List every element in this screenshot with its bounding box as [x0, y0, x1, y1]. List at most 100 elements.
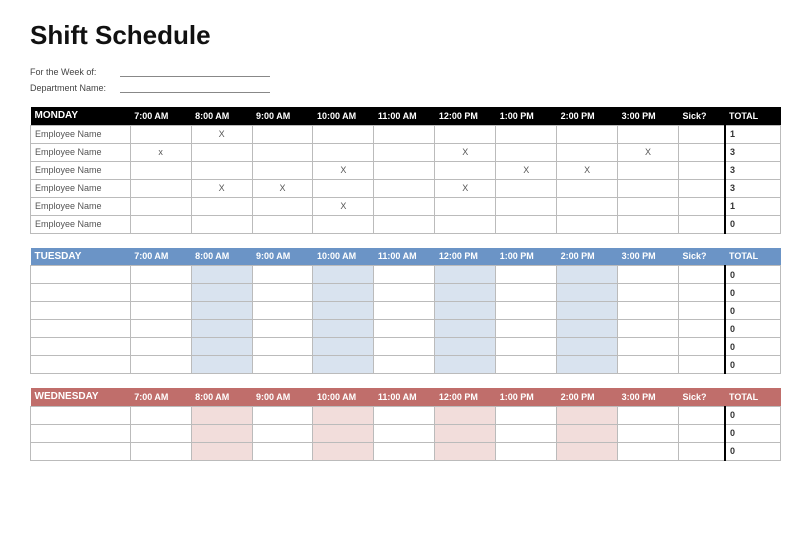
- shift-cell[interactable]: [252, 266, 313, 284]
- shift-cell[interactable]: [374, 179, 435, 197]
- employee-name-cell[interactable]: [31, 266, 131, 284]
- shift-cell[interactable]: [191, 442, 252, 460]
- shift-cell[interactable]: X: [191, 179, 252, 197]
- shift-cell[interactable]: [252, 284, 313, 302]
- sick-cell[interactable]: [679, 356, 726, 374]
- shift-cell[interactable]: [618, 161, 679, 179]
- shift-cell[interactable]: [435, 320, 496, 338]
- employee-name-cell[interactable]: [31, 356, 131, 374]
- shift-cell[interactable]: [435, 406, 496, 424]
- shift-cell[interactable]: [435, 424, 496, 442]
- shift-cell[interactable]: [191, 161, 252, 179]
- employee-name-cell[interactable]: [31, 302, 131, 320]
- shift-cell[interactable]: [313, 302, 374, 320]
- shift-cell[interactable]: [191, 338, 252, 356]
- shift-cell[interactable]: [496, 356, 557, 374]
- shift-cell[interactable]: [557, 215, 618, 233]
- shift-cell[interactable]: [313, 215, 374, 233]
- sick-cell[interactable]: [679, 302, 726, 320]
- shift-cell[interactable]: [374, 197, 435, 215]
- shift-cell[interactable]: [435, 442, 496, 460]
- shift-cell[interactable]: [435, 125, 496, 143]
- shift-cell[interactable]: [191, 406, 252, 424]
- shift-cell[interactable]: [191, 424, 252, 442]
- shift-cell[interactable]: [191, 197, 252, 215]
- shift-cell[interactable]: [557, 284, 618, 302]
- employee-name-cell[interactable]: Employee Name: [31, 197, 131, 215]
- shift-cell[interactable]: [435, 161, 496, 179]
- shift-cell[interactable]: [130, 284, 191, 302]
- shift-cell[interactable]: [313, 143, 374, 161]
- employee-name-cell[interactable]: Employee Name: [31, 143, 131, 161]
- shift-cell[interactable]: [252, 161, 313, 179]
- shift-cell[interactable]: [252, 143, 313, 161]
- shift-cell[interactable]: [252, 125, 313, 143]
- shift-cell[interactable]: [130, 442, 191, 460]
- sick-cell[interactable]: [679, 266, 726, 284]
- shift-cell[interactable]: [557, 143, 618, 161]
- shift-cell[interactable]: [374, 143, 435, 161]
- shift-cell[interactable]: [191, 356, 252, 374]
- shift-cell[interactable]: [313, 424, 374, 442]
- sick-cell[interactable]: [679, 161, 726, 179]
- shift-cell[interactable]: [130, 320, 191, 338]
- sick-cell[interactable]: [679, 424, 726, 442]
- shift-cell[interactable]: [435, 284, 496, 302]
- shift-cell[interactable]: [374, 442, 435, 460]
- shift-cell[interactable]: [557, 125, 618, 143]
- shift-cell[interactable]: [130, 424, 191, 442]
- shift-cell[interactable]: [496, 424, 557, 442]
- shift-cell[interactable]: [252, 320, 313, 338]
- shift-cell[interactable]: [496, 125, 557, 143]
- shift-cell[interactable]: [496, 320, 557, 338]
- shift-cell[interactable]: X: [191, 125, 252, 143]
- sick-cell[interactable]: [679, 125, 726, 143]
- shift-cell[interactable]: [313, 442, 374, 460]
- shift-cell[interactable]: X: [618, 143, 679, 161]
- employee-name-cell[interactable]: Employee Name: [31, 179, 131, 197]
- shift-cell[interactable]: X: [435, 179, 496, 197]
- shift-cell[interactable]: X: [435, 143, 496, 161]
- shift-cell[interactable]: [130, 338, 191, 356]
- shift-cell[interactable]: [313, 356, 374, 374]
- sick-cell[interactable]: [679, 406, 726, 424]
- employee-name-cell[interactable]: Employee Name: [31, 161, 131, 179]
- shift-cell[interactable]: [130, 197, 191, 215]
- shift-cell[interactable]: [313, 125, 374, 143]
- shift-cell[interactable]: [557, 302, 618, 320]
- shift-cell[interactable]: [496, 143, 557, 161]
- shift-cell[interactable]: [191, 302, 252, 320]
- shift-cell[interactable]: [313, 406, 374, 424]
- shift-cell[interactable]: [496, 442, 557, 460]
- sick-cell[interactable]: [679, 179, 726, 197]
- shift-cell[interactable]: [557, 320, 618, 338]
- shift-cell[interactable]: [435, 356, 496, 374]
- employee-name-cell[interactable]: [31, 424, 131, 442]
- shift-cell[interactable]: [374, 161, 435, 179]
- shift-cell[interactable]: [496, 302, 557, 320]
- shift-cell[interactable]: [374, 125, 435, 143]
- shift-cell[interactable]: [313, 266, 374, 284]
- shift-cell[interactable]: [252, 406, 313, 424]
- shift-cell[interactable]: [313, 338, 374, 356]
- shift-cell[interactable]: [252, 197, 313, 215]
- shift-cell[interactable]: [618, 266, 679, 284]
- shift-cell[interactable]: [496, 215, 557, 233]
- shift-cell[interactable]: [557, 424, 618, 442]
- employee-name-cell[interactable]: [31, 442, 131, 460]
- sick-cell[interactable]: [679, 338, 726, 356]
- shift-cell[interactable]: [435, 197, 496, 215]
- sick-cell[interactable]: [679, 284, 726, 302]
- shift-cell[interactable]: [130, 161, 191, 179]
- shift-cell[interactable]: [618, 125, 679, 143]
- shift-cell[interactable]: [435, 302, 496, 320]
- shift-cell[interactable]: [435, 338, 496, 356]
- shift-cell[interactable]: [130, 266, 191, 284]
- shift-cell[interactable]: [618, 406, 679, 424]
- shift-cell[interactable]: [130, 302, 191, 320]
- shift-cell[interactable]: [496, 284, 557, 302]
- shift-cell[interactable]: [618, 215, 679, 233]
- employee-name-cell[interactable]: [31, 406, 131, 424]
- employee-name-cell[interactable]: [31, 320, 131, 338]
- shift-cell[interactable]: [618, 424, 679, 442]
